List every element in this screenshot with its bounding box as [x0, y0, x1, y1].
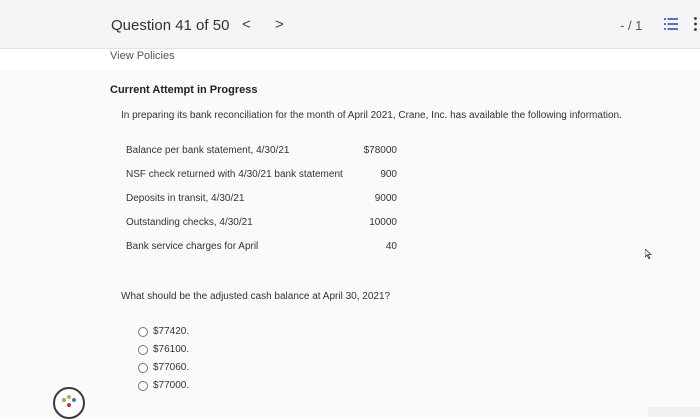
radio-button[interactable]: [138, 362, 148, 373]
item-value: $78000: [363, 145, 397, 156]
answer-option-label: $77420.: [153, 326, 190, 337]
item-value: 900: [380, 169, 397, 180]
answer-option[interactable]: $76100.: [138, 344, 189, 355]
answer-option[interactable]: $77420.: [138, 326, 189, 337]
item-label: Outstanding checks, 4/30/21: [126, 217, 253, 228]
item-label: Deposits in transit, 4/30/21: [126, 193, 245, 204]
answer-option-label: $76100.: [153, 344, 190, 355]
item-value: 40: [385, 241, 397, 252]
score-display: - / 1: [620, 18, 643, 33]
item-label: NSF check returned with 4/30/21 bank sta…: [126, 169, 343, 180]
attempt-status: Current Attempt in Progress: [110, 84, 258, 96]
answer-option[interactable]: $77060.: [138, 362, 189, 373]
item-label: Bank service charges for April: [126, 241, 259, 252]
radio-button[interactable]: [138, 380, 148, 391]
answer-option-label: $77060.: [153, 362, 190, 373]
radio-button[interactable]: [138, 344, 148, 355]
view-policies-link[interactable]: View Policies: [110, 50, 175, 62]
radio-button[interactable]: [138, 326, 148, 337]
next-question-button[interactable]: >: [275, 16, 284, 33]
previous-question-button[interactable]: <: [242, 16, 251, 33]
question-content-area: [0, 70, 700, 417]
chat-assistant-icon[interactable]: [52, 386, 86, 420]
mouse-cursor-icon: [645, 249, 653, 259]
question-counter: Question 41 of 50: [111, 17, 230, 34]
answer-option[interactable]: $77000.: [138, 380, 189, 391]
item-value: 10000: [369, 217, 397, 228]
more-vertical-icon[interactable]: [694, 17, 697, 31]
question-intro: In preparing its bank reconciliation for…: [121, 110, 622, 121]
top-bar: [0, 0, 700, 49]
answer-option-label: $77000.: [153, 380, 190, 391]
list-icon[interactable]: [664, 18, 678, 30]
item-value: 9000: [374, 193, 397, 204]
footer-edge: [648, 407, 700, 417]
question-text: What should be the adjusted cash balance…: [121, 291, 391, 302]
item-label: Balance per bank statement, 4/30/21: [126, 145, 290, 156]
